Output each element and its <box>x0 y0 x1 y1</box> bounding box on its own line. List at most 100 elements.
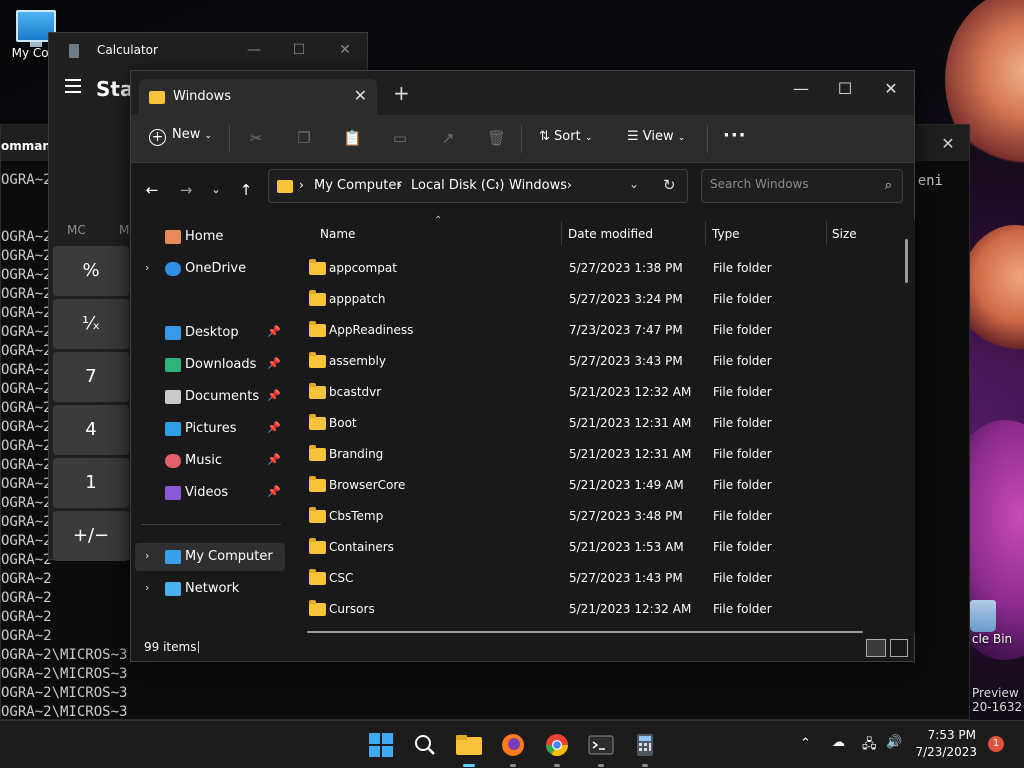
digit-1-key[interactable]: 1 <box>53 458 129 508</box>
tab-windows[interactable]: Windows ✕ <box>139 79 377 115</box>
address-dropdown-icon[interactable]: ⌄ <box>629 177 639 191</box>
pin-icon[interactable]: 📌 <box>267 357 281 370</box>
file-row[interactable]: CbsTemp 5/27/2023 3:48 PM File folder <box>297 501 897 531</box>
negate-key[interactable]: +/− <box>53 511 129 561</box>
search-taskbar-button[interactable] <box>409 729 441 761</box>
breadcrumb-local-disk[interactable]: Local Disk (C:) <box>411 178 504 193</box>
file-row[interactable]: assembly 5/27/2023 3:43 PM File folder <box>297 346 897 376</box>
breadcrumb-chevron-icon[interactable]: › <box>299 178 304 192</box>
show-hidden-icons-chevron-icon[interactable]: ⌃ <box>800 736 811 751</box>
sidebar-item-network[interactable]: › Network <box>135 575 285 603</box>
sidebar-item-my-computer[interactable]: › My Computer <box>135 543 285 571</box>
breadcrumb-my-computer[interactable]: My Computer <box>314 178 402 193</box>
sidebar-item-videos[interactable]: Videos 📌 <box>135 479 285 507</box>
file-explorer-taskbar-button[interactable] <box>453 729 485 767</box>
column-divider[interactable] <box>561 221 562 245</box>
pin-icon[interactable]: 📌 <box>267 485 281 498</box>
up-arrow-icon[interactable]: ↑ <box>237 181 255 199</box>
tiles-view-button[interactable] <box>890 639 908 657</box>
file-row[interactable]: AppReadiness 7/23/2023 7:47 PM File folder <box>297 315 897 345</box>
new-button[interactable]: + New ⌄ <box>149 127 212 146</box>
network-icon[interactable]: 🖧 <box>862 735 877 757</box>
recent-locations-chevron-icon[interactable]: ⌄ <box>207 181 225 199</box>
memory-recall-button[interactable]: M <box>119 223 129 237</box>
column-header-size[interactable]: Size <box>832 227 857 241</box>
copy-icon[interactable]: ❐ <box>295 129 313 147</box>
chevron-right-icon[interactable]: › <box>145 581 149 594</box>
cut-icon[interactable]: ✂ <box>247 129 265 147</box>
sort-button[interactable]: ⇅ Sort ⌄ <box>539 129 592 144</box>
sidebar-item-downloads[interactable]: Downloads 📌 <box>135 351 285 379</box>
share-icon[interactable]: ↗ <box>439 129 457 147</box>
close-button[interactable]: ✕ <box>879 79 903 99</box>
chevron-right-icon[interactable]: › <box>145 261 149 274</box>
breadcrumb-chevron-icon[interactable]: › <box>567 178 572 192</box>
percent-key[interactable]: % <box>53 246 129 296</box>
file-row[interactable]: CSC 5/27/2023 1:43 PM File folder <box>297 563 897 593</box>
file-explorer-window[interactable]: Windows ✕ + — ☐ ✕ + New ⌄ ✂ ❐ 📋 ▭ ↗ 🗑 ⇅ S… <box>130 70 915 662</box>
search-box[interactable]: ⌕ <box>701 169 903 203</box>
details-view-button[interactable] <box>866 639 886 657</box>
sidebar-item-onedrive[interactable]: › OneDrive <box>135 255 285 283</box>
file-row[interactable]: BrowserCore 5/21/2023 1:49 AM File folder <box>297 470 897 500</box>
sidebar-item-documents[interactable]: Documents 📌 <box>135 383 285 411</box>
clock-date[interactable]: 7/23/2023 <box>900 745 977 759</box>
pin-icon[interactable]: 📌 <box>267 389 281 402</box>
tab-bar[interactable]: Windows ✕ + — ☐ ✕ <box>131 71 914 115</box>
sidebar-item-pictures[interactable]: Pictures 📌 <box>135 415 285 443</box>
start-button[interactable] <box>365 729 397 761</box>
pin-icon[interactable]: 📌 <box>267 453 281 466</box>
pin-icon[interactable]: 📌 <box>267 421 281 434</box>
chevron-right-icon[interactable]: › <box>145 549 149 562</box>
sidebar-item-desktop[interactable]: Desktop 📌 <box>135 319 285 347</box>
chrome-taskbar-button[interactable] <box>541 729 573 767</box>
notification-badge[interactable]: 1 <box>988 736 1004 752</box>
maximize-button[interactable]: ☐ <box>833 79 857 99</box>
search-icon[interactable]: ⌕ <box>885 178 892 193</box>
file-row[interactable]: Boot 5/21/2023 12:31 AM File folder <box>297 408 897 438</box>
more-options-button[interactable]: ··· <box>723 125 747 146</box>
minimize-button[interactable]: — <box>244 41 264 59</box>
file-row[interactable]: apppatch 5/27/2023 3:24 PM File folder <box>297 284 897 314</box>
file-row[interactable]: Containers 5/21/2023 1:53 AM File folder <box>297 532 897 562</box>
forward-arrow-icon[interactable]: → <box>177 181 195 199</box>
sidebar-item-music[interactable]: Music 📌 <box>135 447 285 475</box>
minimize-button[interactable]: — <box>789 79 813 99</box>
file-list[interactable]: ⌃ Name Date modified Type Size appcompat… <box>291 215 915 633</box>
paste-icon[interactable]: 📋 <box>343 129 362 147</box>
digit-4-key[interactable]: 4 <box>53 405 129 455</box>
clock-time[interactable]: 7:53 PM <box>924 728 976 742</box>
onedrive-offline-icon[interactable]: ☁ <box>832 735 845 750</box>
column-divider[interactable] <box>705 221 706 245</box>
vertical-scrollbar[interactable] <box>905 239 908 283</box>
column-header-date[interactable]: Date modified <box>568 227 653 241</box>
column-divider[interactable] <box>826 221 827 245</box>
firefox-taskbar-button[interactable] <box>497 729 529 767</box>
tab-close-button[interactable]: ✕ <box>354 86 367 105</box>
sidebar-item-home[interactable]: Home <box>135 223 285 251</box>
search-input[interactable] <box>710 177 870 191</box>
memory-clear-button[interactable]: MC <box>67 223 86 237</box>
column-header-name[interactable]: Name <box>320 227 355 241</box>
breadcrumb-chevron-icon[interactable]: › <box>397 178 402 192</box>
column-header-type[interactable]: Type <box>712 227 740 241</box>
address-bar[interactable]: › My Computer › Local Disk (C:) › Window… <box>268 169 688 203</box>
file-row[interactable]: Cursors 5/21/2023 12:32 AM File folder <box>297 594 897 624</box>
digit-7-key[interactable]: 7 <box>53 352 129 402</box>
file-row[interactable]: appcompat 5/27/2023 1:38 PM File folder <box>297 253 897 283</box>
close-button[interactable]: ✕ <box>937 133 959 155</box>
delete-icon[interactable]: 🗑 <box>487 129 506 147</box>
new-tab-button[interactable]: + <box>393 83 410 103</box>
maximize-button[interactable]: ☐ <box>289 41 309 59</box>
file-row[interactable]: bcastdvr 5/21/2023 12:32 AM File folder <box>297 377 897 407</box>
back-arrow-icon[interactable]: ← <box>143 181 161 199</box>
terminal-taskbar-button[interactable] <box>585 729 617 767</box>
refresh-icon[interactable]: ↻ <box>663 176 676 194</box>
hamburger-menu-icon[interactable] <box>65 79 81 93</box>
breadcrumb-windows[interactable]: Windows <box>509 178 567 193</box>
rename-icon[interactable]: ▭ <box>391 129 409 147</box>
calculator-titlebar[interactable]: Calculator — ☐ ✕ <box>49 33 367 67</box>
pin-icon[interactable]: 📌 <box>267 325 281 338</box>
reciprocal-key[interactable]: ¹⁄ₓ <box>53 299 129 349</box>
view-button[interactable]: ☰ View ⌄ <box>627 129 685 144</box>
